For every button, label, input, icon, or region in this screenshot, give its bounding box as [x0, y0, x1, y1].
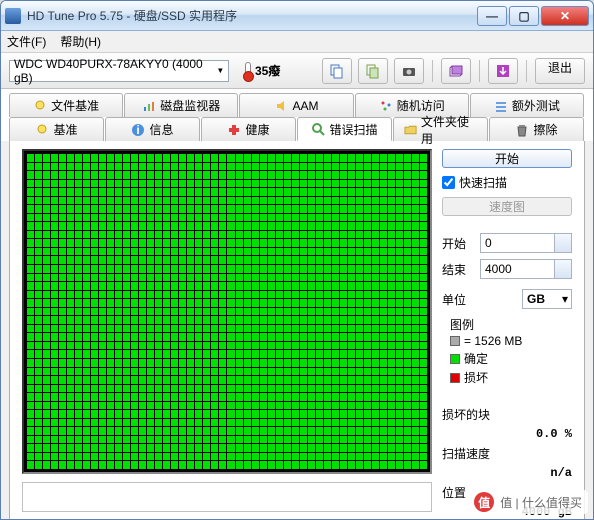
damaged-blocks-label: 损坏的块 [442, 406, 490, 423]
legend: 图例 = 1526 MB 确定 损坏 [442, 314, 572, 389]
health-icon [227, 123, 241, 137]
status-area [22, 482, 432, 512]
tab-disk-monitor[interactable]: 磁盘监视器 [124, 93, 238, 117]
start-button[interactable]: 开始 [442, 149, 572, 168]
watermark-icon: 值 [474, 492, 494, 512]
folder-icon [404, 123, 417, 137]
scan-speed-label: 扫描速度 [442, 445, 490, 462]
temp-value: 35癈 [255, 62, 280, 79]
menu-help[interactable]: 帮助(H) [60, 33, 101, 50]
legend-label: 图例 [450, 316, 572, 333]
tab-error-scan[interactable]: 错误扫描 [297, 117, 392, 141]
temperature: 35癈 [241, 60, 280, 82]
damaged-blocks-value: 0.0 % [536, 427, 572, 441]
ok-icon [450, 354, 460, 364]
scan-speed-value: n/a [550, 466, 572, 480]
tab-benchmark[interactable]: 基准 [9, 117, 104, 141]
app-window: HD Tune Pro 5.75 - 硬盘/SSD 实用程序 — ▢ ✕ 文件(… [0, 0, 594, 520]
toolbar: WDC WD40PURX-78AKYY0 (4000 gB) 35癈 退出 [1, 53, 593, 89]
tab-erase[interactable]: 擦除 [489, 117, 584, 141]
end-label: 结束 [442, 261, 476, 278]
save-button[interactable] [488, 58, 518, 84]
quick-scan-checkbox[interactable]: 快速扫描 [442, 172, 572, 193]
svg-text:i: i [137, 123, 140, 137]
watermark: 值 值 | 什么值得买 [468, 490, 588, 514]
drive-select[interactable]: WDC WD40PURX-78AKYY0 (4000 gB) [9, 60, 229, 82]
tab-file-benchmark[interactable]: 文件基准 [9, 93, 123, 117]
copy-info-button[interactable] [322, 58, 352, 84]
bulb-icon [33, 99, 47, 113]
start-label: 开始 [442, 235, 476, 252]
random-icon [379, 99, 393, 113]
window-title: HD Tune Pro 5.75 - 硬盘/SSD 实用程序 [27, 7, 477, 24]
separator [479, 60, 480, 82]
separator [526, 60, 527, 82]
unit-select[interactable]: GB [522, 289, 572, 309]
close-button[interactable]: ✕ [541, 6, 589, 26]
speaker-icon [275, 99, 289, 113]
tab-aam[interactable]: AAM [239, 93, 353, 117]
position-label: 位置 [442, 484, 466, 501]
list-icon [494, 99, 508, 113]
info-icon: i [131, 123, 145, 137]
block-icon [450, 336, 460, 346]
tab-extra-tests[interactable]: 额外测试 [470, 93, 584, 117]
titlebar: HD Tune Pro 5.75 - 硬盘/SSD 实用程序 — ▢ ✕ [1, 1, 593, 31]
exit-button[interactable]: 退出 [535, 58, 585, 84]
content-area: 开始 快速扫描 速度图 开始0 结束4000 单位GB 图例 = 1526 MB… [9, 141, 585, 520]
tab-folder-usage[interactable]: 文件夹使用 [393, 117, 488, 141]
unit-label: 单位 [442, 291, 476, 308]
side-panel: 开始 快速扫描 速度图 开始0 结束4000 单位GB 图例 = 1526 MB… [442, 149, 572, 512]
trash-icon [515, 123, 529, 137]
damaged-icon [450, 373, 460, 383]
bulb-icon [35, 123, 49, 137]
end-input[interactable]: 4000 [480, 259, 572, 279]
chart-icon [142, 99, 156, 113]
menubar: 文件(F) 帮助(H) [1, 31, 593, 53]
tab-row-2: 基准 i信息 健康 错误扫描 文件夹使用 擦除 [1, 117, 593, 141]
tab-info[interactable]: i信息 [105, 117, 200, 141]
start-input[interactable]: 0 [480, 233, 572, 253]
app-icon [5, 8, 21, 24]
thermometer-icon [241, 60, 253, 82]
separator [432, 60, 433, 82]
tab-health[interactable]: 健康 [201, 117, 296, 141]
maximize-button[interactable]: ▢ [509, 6, 539, 26]
options-button[interactable] [441, 58, 471, 84]
minimize-button[interactable]: — [477, 6, 507, 26]
scan-grid [22, 149, 432, 474]
copy-screenshot-button[interactable] [358, 58, 388, 84]
search-icon [311, 122, 325, 136]
menu-file[interactable]: 文件(F) [7, 33, 46, 50]
screenshot-button[interactable] [394, 58, 424, 84]
tab-row-1: 文件基准 磁盘监视器 AAM 随机访问 额外测试 [1, 89, 593, 117]
speed-map-button: 速度图 [442, 197, 572, 216]
